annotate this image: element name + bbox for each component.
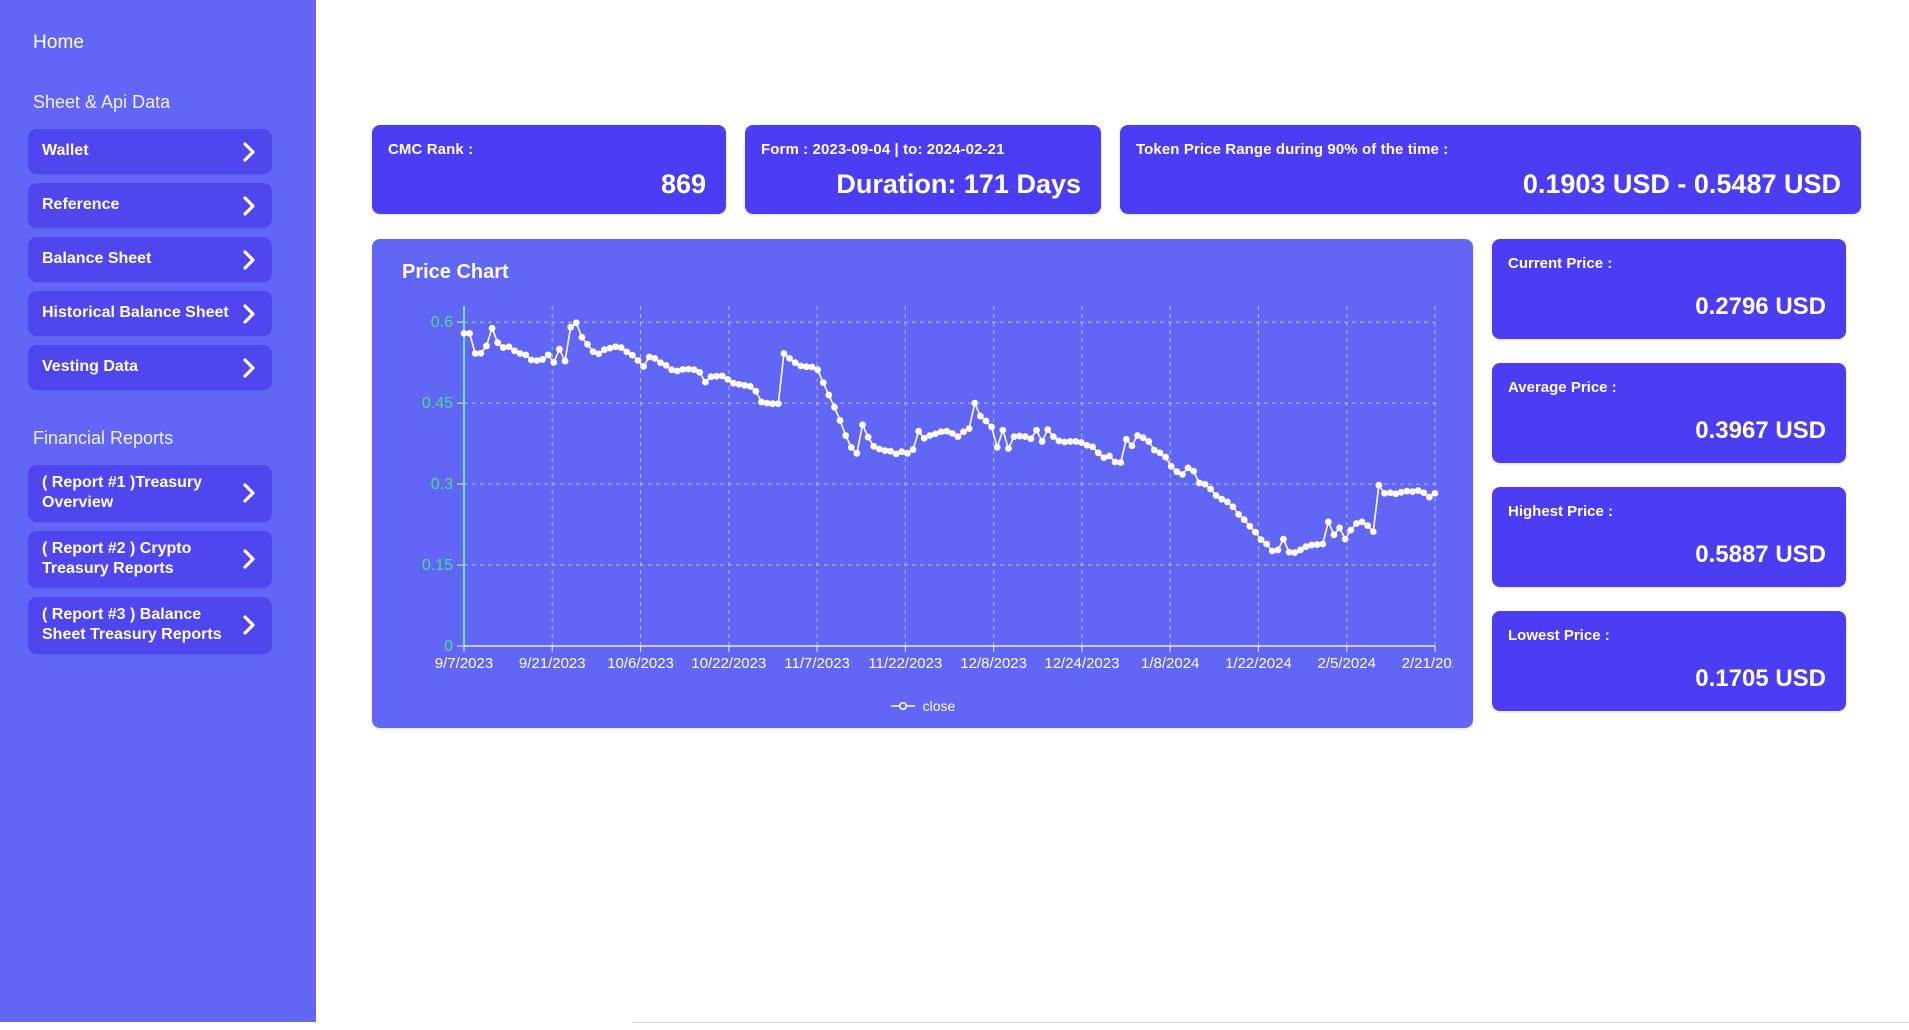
token-price-range-value: 0.1903 USD - 0.5487 USD [1522, 169, 1841, 199]
sidebar-section-title-sheet-api-data: Sheet & Api Data [33, 92, 171, 112]
lowest-price-label: Lowest Price : [1508, 627, 1610, 644]
svg-text:12/24/2023: 12/24/2023 [1044, 655, 1119, 672]
chevron-right-icon [243, 483, 256, 504]
sidebar-section-title-financial-reports: Financial Reports [33, 428, 174, 448]
chart-and-prices-row: Price Chart 0 0.15 0.3 0.45 0.6 9/7/2023 9/21/… [372, 239, 1861, 728]
svg-text:10/6/2023: 10/6/2023 [607, 655, 674, 672]
content-area: CMC Rank : 869 Form : 2023-09-04 | to: 2… [316, 0, 1909, 728]
chevron-right-icon [243, 303, 256, 324]
svg-text:9/21/2023: 9/21/2023 [519, 655, 586, 672]
chevron-right-icon [243, 357, 256, 378]
lowest-price-value: 0.1705 USD [1695, 665, 1826, 692]
average-price-card: Average Price : 0.3967 USD [1492, 363, 1846, 463]
average-price-label: Average Price : [1508, 379, 1617, 396]
chart-legend-label: close [922, 698, 956, 714]
cmc-rank-card: CMC Rank : 869 [372, 125, 726, 214]
svg-text:10/22/2023: 10/22/2023 [691, 655, 766, 672]
sidebar-item-label: ( Report #3 ) Balance Sheet Treasury Rep… [42, 605, 222, 644]
sidebar-item-reference[interactable]: Reference [28, 183, 272, 228]
duration-value: Duration: 171 Days [836, 169, 1081, 199]
chevron-right-icon [243, 195, 256, 216]
sidebar-item-label: Vesting Data [42, 358, 139, 376]
svg-text:0.45: 0.45 [422, 395, 453, 412]
svg-text:0.6: 0.6 [431, 314, 453, 331]
highest-price-card: Highest Price : 0.5887 USD [1492, 487, 1846, 587]
page-bottom-divider [632, 1022, 1909, 1023]
sidebar-item-wallet[interactable]: Wallet [28, 129, 272, 174]
svg-text:1/8/2024: 1/8/2024 [1141, 655, 1199, 672]
sidebar-item-home[interactable]: Home [0, 22, 316, 54]
highest-price-value: 0.5887 USD [1695, 541, 1826, 568]
line-circle-marker-icon [890, 698, 916, 714]
current-price-label: Current Price : [1508, 255, 1613, 272]
price-line-chart-svg[interactable]: 0 0.15 0.3 0.45 0.6 9/7/2023 9/21/2023 10/6/202… [392, 292, 1453, 692]
sidebar-item-report-3-balance-sheet-treasury-reports[interactable]: ( Report #3 ) Balance Sheet Treasury Rep… [28, 596, 272, 654]
token-price-range-card: Token Price Range during 90% of the time… [1120, 125, 1861, 214]
svg-text:2/5/2024: 2/5/2024 [1318, 655, 1376, 672]
svg-text:1/22/2024: 1/22/2024 [1225, 655, 1292, 672]
svg-text:2/21/2024: 2/21/2024 [1402, 655, 1453, 672]
sidebar-item-historical-balance-sheet[interactable]: Historical Balance Sheet [28, 291, 272, 336]
summary-stat-row: CMC Rank : 869 Form : 2023-09-04 | to: 2… [372, 125, 1861, 214]
date-range-card: Form : 2023-09-04 | to: 2024-02-21 Durat… [745, 125, 1101, 214]
sidebar-item-label: Historical Balance Sheet [42, 304, 229, 322]
chevron-right-icon [243, 249, 256, 270]
average-price-value: 0.3967 USD [1695, 417, 1826, 444]
cmc-rank-value: 869 [660, 169, 706, 199]
sidebar-item-balance-sheet[interactable]: Balance Sheet [28, 237, 272, 282]
svg-text:0.3: 0.3 [431, 476, 453, 493]
svg-text:11/22/2023: 11/22/2023 [868, 655, 942, 672]
current-price-value: 0.2796 USD [1695, 293, 1826, 320]
svg-text:0: 0 [444, 638, 453, 655]
date-range-label: Form : 2023-09-04 | to: 2024-02-21 [761, 141, 1005, 158]
cmc-rank-label: CMC Rank : [388, 141, 474, 158]
svg-text:11/7/2023: 11/7/2023 [784, 655, 850, 672]
sidebar-item-report-2-crypto-treasury-reports[interactable]: ( Report #2 ) Crypto Treasury Reports [28, 530, 272, 588]
price-summary-column: Current Price : 0.2796 USD Average Price… [1492, 239, 1846, 728]
sidebar-item-report-1-treasury-overview[interactable]: ( Report #1 )Treasury Overview [28, 465, 272, 522]
app-root: Home Sheet & Api Data Wallet Reference B… [0, 0, 1909, 1030]
sidebar-item-label: ( Report #1 )Treasury Overview [42, 474, 203, 512]
sidebar: Home Sheet & Api Data Wallet Reference B… [0, 0, 316, 1022]
sidebar-item-vesting-data[interactable]: Vesting Data [28, 345, 272, 390]
price-chart-title: Price Chart [402, 261, 509, 283]
sidebar-item-label: Reference [42, 196, 120, 214]
sidebar-item-label: Balance Sheet [42, 250, 152, 268]
svg-text:12/8/2023: 12/8/2023 [960, 655, 1027, 672]
svg-text:0.15: 0.15 [422, 557, 453, 574]
main-content: CMC Rank : 869 Form : 2023-09-04 | to: 2… [316, 0, 1909, 1023]
price-chart-card: Price Chart 0 0.15 0.3 0.45 0.6 9/7/2023 9/21/… [372, 239, 1473, 728]
highest-price-label: Highest Price : [1508, 503, 1614, 520]
chevron-right-icon [243, 615, 256, 635]
sidebar-inner: Home Sheet & Api Data Wallet Reference B… [0, 0, 316, 654]
current-price-card: Current Price : 0.2796 USD [1492, 239, 1846, 339]
chevron-right-icon [243, 141, 256, 162]
token-price-range-label: Token Price Range during 90% of the time… [1136, 141, 1449, 158]
price-chart-plot[interactable]: 0 0.15 0.3 0.45 0.6 9/7/2023 9/21/2023 10/6/202… [392, 292, 1453, 692]
chart-legend: close [392, 698, 1453, 714]
chevron-right-icon [243, 549, 256, 570]
svg-text:9/7/2023: 9/7/2023 [435, 655, 493, 672]
lowest-price-card: Lowest Price : 0.1705 USD [1492, 611, 1846, 711]
sidebar-item-label: ( Report #2 ) Crypto Treasury Reports [42, 539, 192, 578]
sidebar-item-label: Wallet [42, 142, 89, 160]
